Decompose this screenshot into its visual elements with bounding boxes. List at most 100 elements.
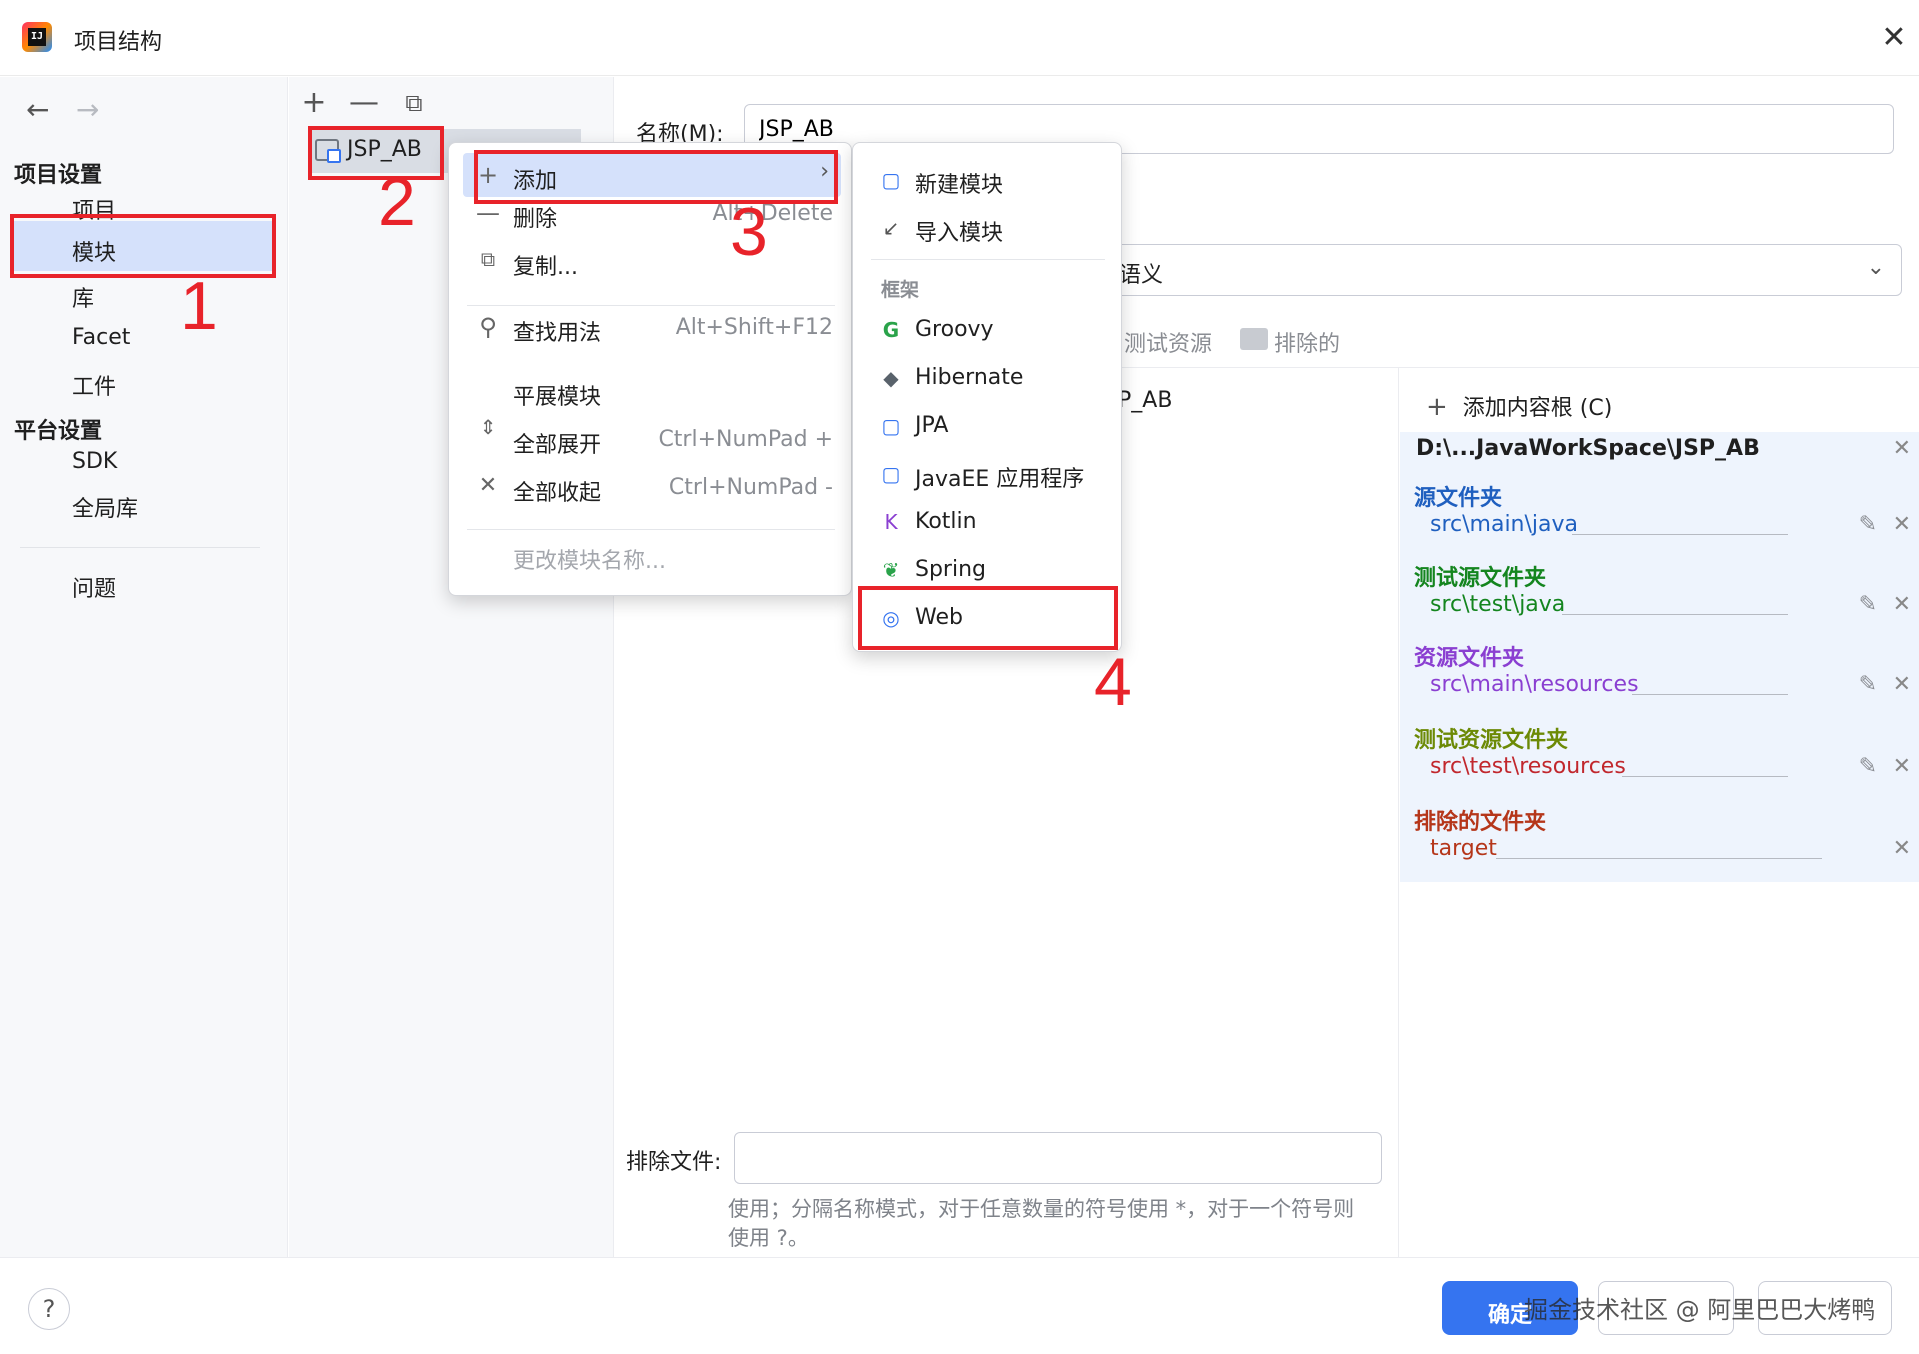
chevron-down-icon: ⌄ bbox=[1866, 255, 1885, 280]
menu-item-change-module-names[interactable]: 更改模块名称... bbox=[513, 543, 666, 575]
remove-folder-icon[interactable]: ✕ bbox=[1893, 836, 1911, 861]
content-tree-root[interactable]: P_AB bbox=[1118, 388, 1172, 413]
intellij-logo-icon: IJ bbox=[22, 22, 52, 52]
menu-separator bbox=[467, 305, 835, 306]
window-title: 项目结构 bbox=[74, 30, 163, 55]
submenu-item-groovy[interactable]: Groovy bbox=[915, 317, 994, 342]
content-root-path: D:\...JavaWorkSpace\JSP_AB bbox=[1416, 436, 1760, 461]
root-underline bbox=[1572, 534, 1788, 535]
expand-all-shortcut: Ctrl+NumPad + bbox=[658, 427, 833, 452]
help-button[interactable]: ? bbox=[28, 1288, 70, 1330]
submenu-item-import-module[interactable]: 导入模块 bbox=[915, 215, 1003, 247]
add-submenu: ▢ 新建模块 ↙ 导入模块 框架 G Groovy ◆ Hibernate ▢ … bbox=[852, 142, 1122, 652]
root-underline bbox=[1496, 858, 1822, 859]
submenu-item-new-module[interactable]: 新建模块 bbox=[915, 167, 1003, 199]
annotation-number-3: 3 bbox=[730, 194, 768, 270]
forward-arrow-icon[interactable]: → bbox=[76, 93, 99, 126]
spring-leaf-icon: ❦ bbox=[882, 558, 900, 582]
expand-all-icon: ⇕ bbox=[479, 415, 497, 439]
nav-item-problems[interactable]: 问题 bbox=[72, 571, 116, 603]
resource-folders-heading: 资源文件夹 bbox=[1414, 646, 1525, 671]
context-menu: + 添加 › — 删除 Alt+Delete ⧉ 复制... ⚲ 查找用法 Al… bbox=[448, 142, 852, 596]
annotation-number-1: 1 bbox=[180, 268, 218, 344]
exclude-hint: 使用；分隔名称模式，对于任意数量的符号使用 *，对于一个符号则 bbox=[728, 1197, 1355, 1221]
root-underline bbox=[1622, 776, 1788, 777]
source-folders-heading: 源文件夹 bbox=[1414, 486, 1503, 511]
menu-item-expand-all[interactable]: 全部展开 bbox=[513, 427, 601, 459]
remove-folder-icon[interactable]: ✕ bbox=[1893, 592, 1911, 617]
menu-item-flatten-modules[interactable]: 平展模块 bbox=[513, 379, 601, 411]
annotation-number-4: 4 bbox=[1094, 644, 1132, 720]
exclude-files-input[interactable] bbox=[734, 1132, 1382, 1184]
remove-icon[interactable]: — bbox=[347, 85, 381, 120]
folder-icon bbox=[1240, 328, 1268, 350]
remove-folder-icon[interactable]: ✕ bbox=[1893, 754, 1911, 779]
tab-excluded[interactable]: 排除的 bbox=[1274, 326, 1340, 358]
hibernate-icon: ◆ bbox=[883, 366, 899, 390]
submenu-item-jpa[interactable]: JPA bbox=[915, 413, 948, 438]
title-bar bbox=[0, 0, 1919, 76]
menu-item-delete[interactable]: 删除 bbox=[513, 201, 557, 233]
source-folder-value[interactable]: src\main\java bbox=[1430, 512, 1578, 537]
nav-item-facets[interactable]: Facet bbox=[72, 325, 130, 350]
submenu-item-hibernate[interactable]: Hibernate bbox=[915, 365, 1023, 390]
resource-folder-value[interactable]: src\main\resources bbox=[1430, 672, 1639, 697]
nav-item-libraries[interactable]: 库 bbox=[72, 281, 94, 313]
menu-item-copy[interactable]: 复制... bbox=[513, 249, 578, 281]
close-button[interactable]: ✕ bbox=[1876, 20, 1912, 56]
edit-pencil-icon[interactable]: ✎ bbox=[1859, 512, 1877, 537]
test-resource-folders-heading: 测试资源文件夹 bbox=[1414, 728, 1569, 753]
menu-item-find-usages[interactable]: 查找用法 bbox=[513, 315, 601, 347]
content-root-panel: D:\...JavaWorkSpace\JSP_AB ✕ 源文件夹 src\ma… bbox=[1400, 432, 1919, 882]
excluded-folder-value[interactable]: target bbox=[1430, 836, 1497, 861]
watermark-text: 掘金技术社区 @ 阿里巴巴大烤鸭 bbox=[1524, 1296, 1876, 1324]
menu-item-collapse-all[interactable]: 全部收起 bbox=[513, 475, 601, 507]
nav-header-platform-settings: 平台设置 bbox=[14, 419, 103, 444]
test-source-folder-value[interactable]: src\test\java bbox=[1430, 592, 1565, 617]
tab-test-resources[interactable]: 测试资源 bbox=[1124, 326, 1212, 358]
add-content-root-button[interactable]: + 添加内容根 (C) bbox=[1426, 390, 1612, 422]
collapse-all-shortcut: Ctrl+NumPad - bbox=[668, 475, 833, 500]
nav-item-sdk[interactable]: SDK bbox=[72, 449, 117, 474]
exclude-files-label: 排除文件: bbox=[626, 1150, 722, 1175]
add-content-root-label: 添加内容根 (C) bbox=[1462, 396, 1613, 421]
test-source-folders-heading: 测试源文件夹 bbox=[1414, 566, 1547, 591]
remove-folder-icon[interactable]: ✕ bbox=[1893, 512, 1911, 537]
edit-pencil-icon[interactable]: ✎ bbox=[1859, 592, 1877, 617]
footer-divider bbox=[0, 1257, 1919, 1258]
exclude-hint-continued: 使用 ?。 bbox=[728, 1226, 809, 1250]
edit-pencil-icon[interactable]: ✎ bbox=[1859, 754, 1877, 779]
root-underline bbox=[1632, 694, 1788, 695]
panel-divider bbox=[1398, 368, 1399, 1258]
import-module-icon: ↙ bbox=[882, 216, 900, 240]
kotlin-icon: K bbox=[884, 510, 898, 534]
test-resource-folder-value[interactable]: src\test\resources bbox=[1430, 754, 1626, 779]
add-icon[interactable]: + bbox=[297, 85, 331, 120]
groovy-icon: G bbox=[882, 318, 900, 342]
back-arrow-icon[interactable]: ← bbox=[26, 93, 49, 126]
javaee-icon: ▢ bbox=[881, 462, 901, 486]
remove-folder-icon[interactable]: ✕ bbox=[1893, 672, 1911, 697]
edit-pencil-icon[interactable]: ✎ bbox=[1859, 672, 1877, 697]
plus-icon: + bbox=[1426, 392, 1448, 422]
menu-separator bbox=[467, 529, 835, 530]
nav-item-global-libraries[interactable]: 全局库 bbox=[72, 491, 138, 523]
find-usages-shortcut: Alt+Shift+F12 bbox=[675, 315, 833, 340]
submenu-item-javaee[interactable]: JavaEE 应用程序 bbox=[915, 461, 1084, 493]
language-level-select[interactable]: 语义 ⌄ bbox=[1100, 244, 1902, 296]
nav-header-project-settings: 项目设置 bbox=[14, 163, 103, 188]
new-module-icon: ▢ bbox=[881, 168, 901, 192]
jpa-icon: ▢ bbox=[881, 414, 901, 438]
remove-root-icon[interactable]: ✕ bbox=[1893, 436, 1911, 461]
annotation-box-web bbox=[858, 586, 1118, 650]
language-level-value: 语义 bbox=[1119, 263, 1164, 288]
submenu-item-spring[interactable]: Spring bbox=[915, 557, 986, 582]
frameworks-group-label: 框架 bbox=[881, 279, 920, 301]
nav-divider bbox=[20, 547, 260, 548]
nav-item-artifacts[interactable]: 工件 bbox=[72, 369, 116, 401]
annotation-box-modules bbox=[10, 214, 276, 278]
copy-icon[interactable]: ⧉ bbox=[397, 89, 431, 117]
submenu-item-kotlin[interactable]: Kotlin bbox=[915, 509, 977, 534]
collapse-all-icon: ✕ bbox=[478, 473, 498, 498]
annotation-box-module bbox=[308, 126, 444, 180]
